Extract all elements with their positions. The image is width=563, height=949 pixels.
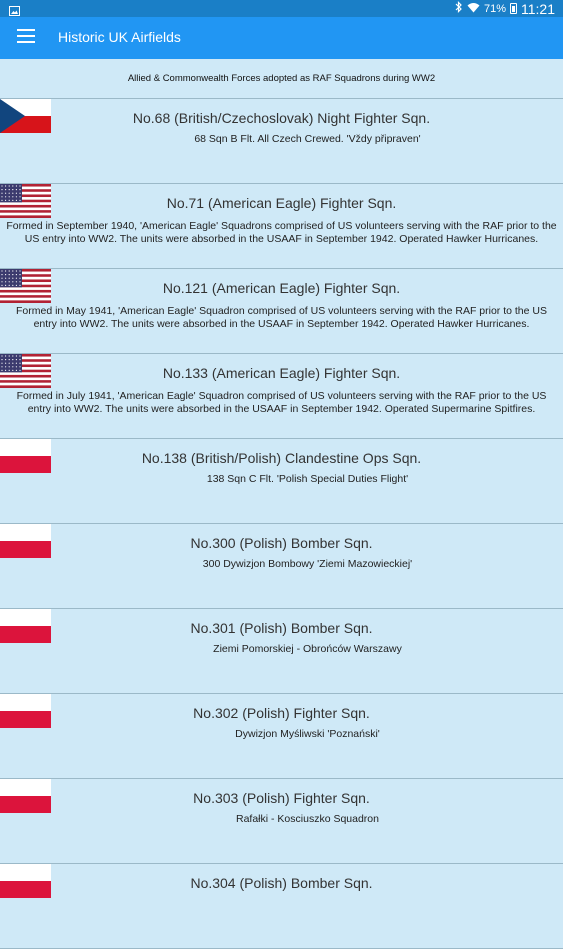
poland-flag-icon <box>0 524 51 558</box>
app-title: Historic UK Airfields <box>58 29 181 45</box>
squadron-description: Ziemi Pomorskiej - Obrońców Warszawy <box>213 643 402 655</box>
squadron-title: No.300 (Polish) Bomber Sqn. <box>190 535 373 551</box>
poland-flag-icon <box>0 439 51 473</box>
poland-flag-icon <box>0 779 51 813</box>
squadron-title: No.121 (American Eagle) Fighter Sqn. <box>162 280 401 296</box>
list-header: Allied & Commonwealth Forces adopted as … <box>0 59 563 99</box>
clock: 11:21 <box>521 0 555 17</box>
status-bar: 71% 11:21 <box>0 0 563 17</box>
squadron-title: No.304 (Polish) Bomber Sqn. <box>190 875 373 891</box>
squadron-item[interactable]: No.138 (British/Polish) Clandestine Ops … <box>0 439 563 524</box>
menu-icon[interactable] <box>17 29 35 43</box>
squadron-item[interactable]: No.303 (Polish) Fighter Sqn. Rafałki - Ko… <box>0 779 563 864</box>
squadron-item[interactable]: No.133 (American Eagle) Fighter Sqn. Form… <box>0 354 563 439</box>
squadron-title: No.302 (Polish) Fighter Sqn. <box>193 705 370 721</box>
squadron-description: Formed in May 1941, 'American Eagle' Squ… <box>15 305 547 330</box>
squadron-item[interactable]: No.301 (Polish) Bomber Sqn. Ziemi Pomorsk… <box>0 609 563 694</box>
squadron-description: 300 Dywizjon Bombowy 'Ziemi Mazowieckiej… <box>202 558 413 570</box>
app-bar: Historic UK Airfields <box>0 17 563 59</box>
squadron-item[interactable]: No.300 (Polish) Bomber Sqn. 300 Dywizjon … <box>0 524 563 609</box>
squadron-item[interactable]: No.304 (Polish) Bomber Sqn. <box>0 864 563 949</box>
squadron-description: Formed in September 1940, 'American Eagl… <box>6 220 557 245</box>
squadron-item[interactable]: No.302 (Polish) Fighter Sqn. Dywizjon Myś… <box>0 694 563 779</box>
squadron-item[interactable]: No.71 (American Eagle) Fighter Sqn. Forme… <box>0 184 563 269</box>
squadron-title: No.71 (American Eagle) Fighter Sqn. <box>166 195 397 211</box>
usa-flag-icon <box>0 269 51 303</box>
battery-icon <box>510 3 517 14</box>
squadron-item[interactable]: No.121 (American Eagle) Fighter Sqn. Form… <box>0 269 563 354</box>
usa-flag-icon <box>0 354 51 388</box>
poland-flag-icon <box>0 609 51 643</box>
squadron-title: No.303 (Polish) Fighter Sqn. <box>193 790 370 806</box>
status-right: 71% 11:21 <box>455 0 555 17</box>
squadron-description: Formed in July 1941, 'American Eagle' Sq… <box>16 390 547 415</box>
squadron-title: No.133 (American Eagle) Fighter Sqn. <box>162 365 401 381</box>
squadron-item[interactable]: No.68 (British/Czechoslovak) Night Fight… <box>0 99 563 184</box>
battery-percent: 71% <box>483 2 506 15</box>
czech-flag-icon <box>0 99 51 133</box>
bluetooth-icon <box>455 1 463 16</box>
squadron-list[interactable]: Allied & Commonwealth Forces adopted as … <box>0 59 563 949</box>
squadron-title: No.68 (British/Czechoslovak) Night Fight… <box>132 110 431 126</box>
squadron-description: Dywizjon Myśliwski 'Poznański' <box>235 728 380 740</box>
poland-flag-icon <box>0 864 51 898</box>
squadron-title: No.138 (British/Polish) Clandestine Ops … <box>141 450 422 466</box>
poland-flag-icon <box>0 694 51 728</box>
usa-flag-icon <box>0 184 51 218</box>
squadron-title: No.301 (Polish) Bomber Sqn. <box>190 620 373 636</box>
squadron-description: 68 Sqn B Flt. All Czech Crewed. 'Vždy př… <box>194 133 421 145</box>
wifi-icon <box>467 2 480 16</box>
squadron-description: 138 Sqn C Flt. 'Polish Special Duties Fl… <box>206 473 409 485</box>
squadron-description: Rafałki - Kosciuszko Squadron <box>236 813 379 825</box>
